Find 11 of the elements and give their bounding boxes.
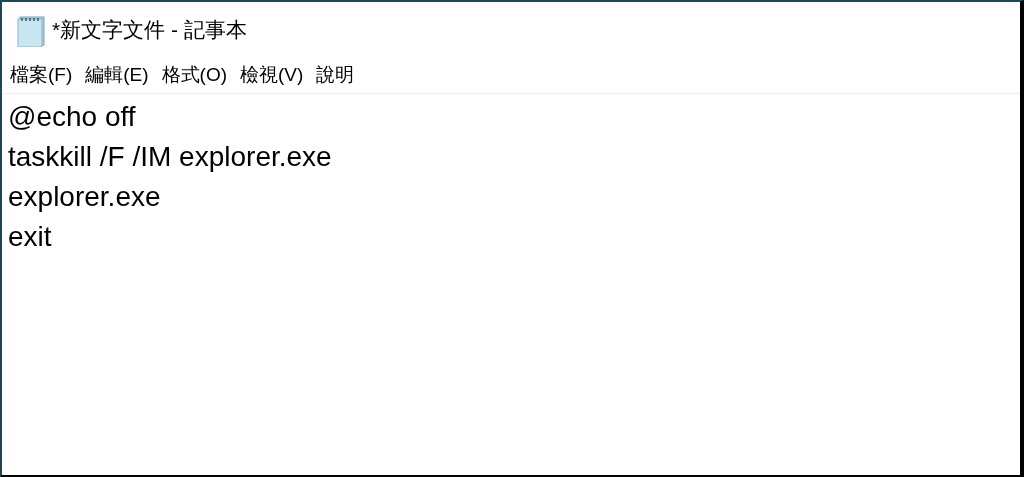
- text-line: explorer.exe: [8, 180, 161, 214]
- menu-item[interactable]: 編輯(E): [85, 60, 149, 90]
- window-title: *新文字文件 - 記事本: [52, 16, 247, 43]
- text-editor[interactable]: @echo off taskkill /F /IM explorer.exe explorer.exe exit: [2, 94, 1020, 475]
- text-line: @echo off: [8, 100, 136, 134]
- menu-item[interactable]: 格式(O): [161, 60, 228, 90]
- menu-item[interactable]: 檔案(F): [10, 60, 73, 90]
- menu-item[interactable]: 檢視(V): [240, 60, 304, 90]
- menu-item[interactable]: 說明: [316, 60, 355, 90]
- text-line: exit: [8, 220, 52, 254]
- text-line: taskkill /F /IM explorer.exe: [8, 140, 332, 174]
